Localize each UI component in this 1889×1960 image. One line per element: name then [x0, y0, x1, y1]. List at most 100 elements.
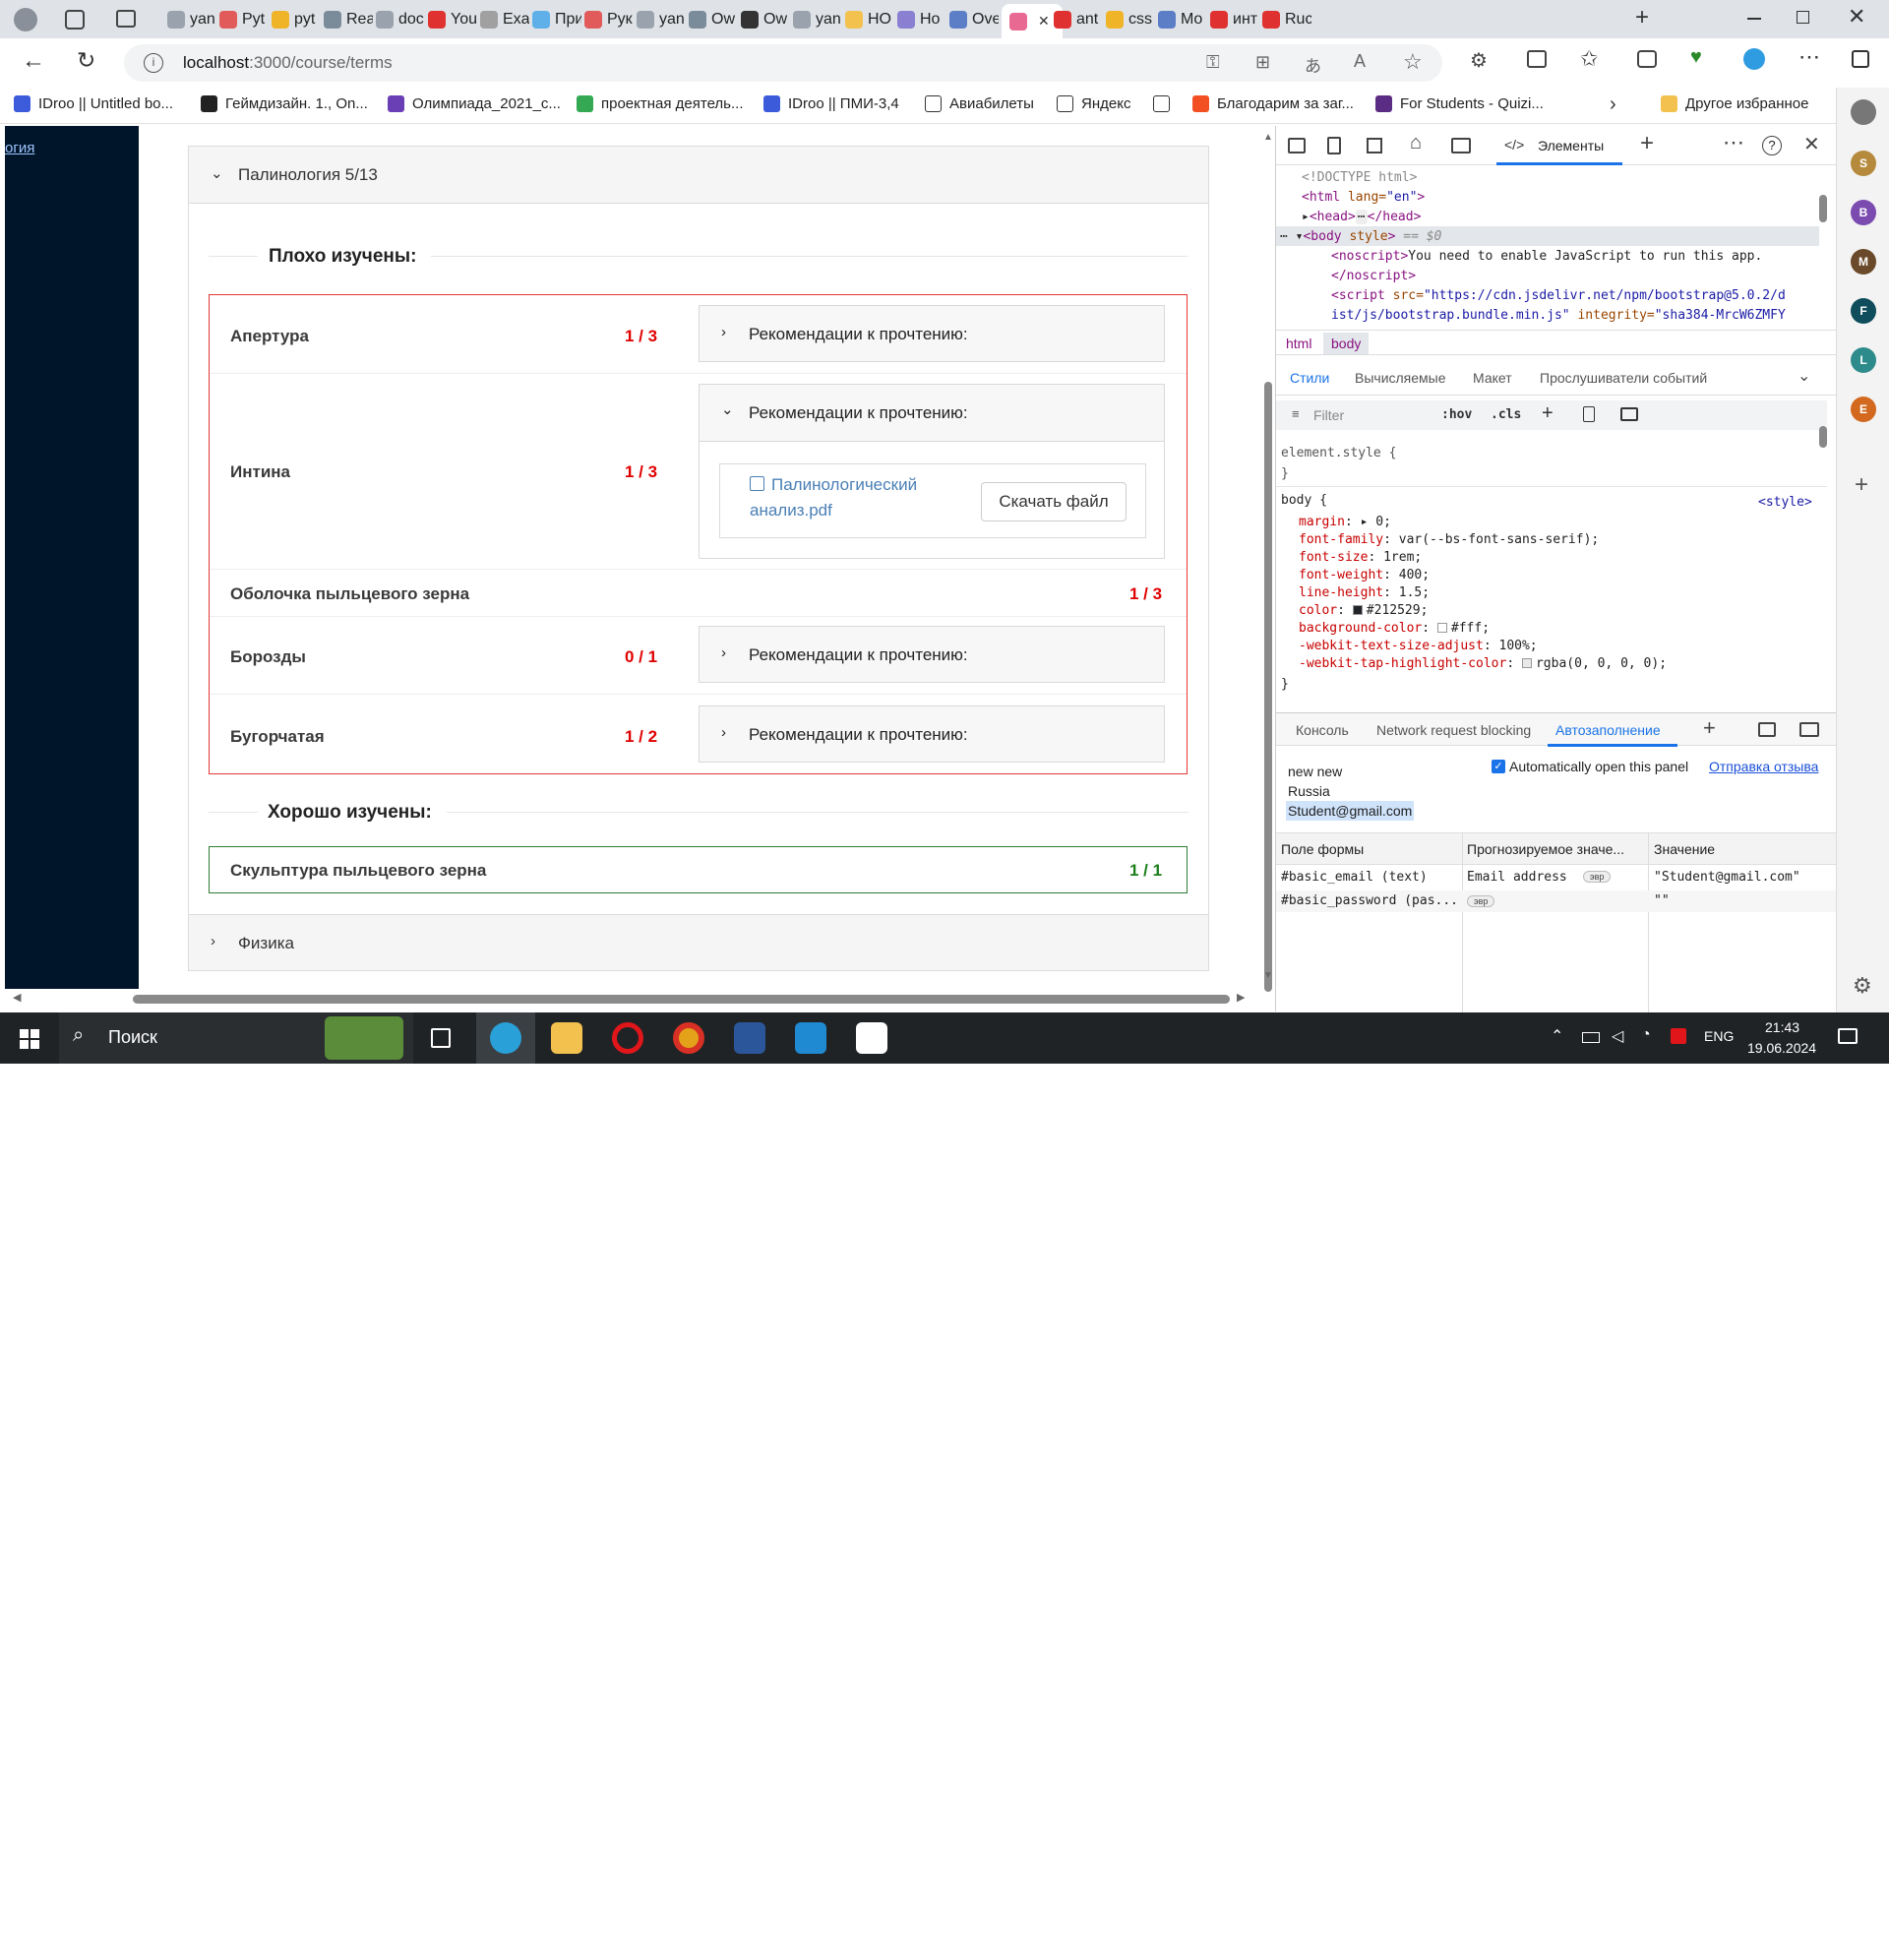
styles-scrollbar[interactable] [1819, 426, 1827, 448]
auto-open-checkbox[interactable]: ✓ [1492, 760, 1505, 773]
windows-start-icon[interactable] [20, 1029, 39, 1049]
add-app-icon[interactable]: + [1855, 471, 1868, 499]
sidebar-app-avatar[interactable]: M [1851, 249, 1876, 275]
scroll-thumb[interactable] [133, 995, 1230, 1004]
browser-tab[interactable]: You [428, 6, 477, 33]
sidebar-app-avatar[interactable]: S [1851, 151, 1876, 176]
minimize-icon[interactable] [1747, 18, 1761, 20]
bookmarks-overflow-icon[interactable]: › [1610, 93, 1616, 116]
close-devtools-icon[interactable]: ✕ [1803, 132, 1820, 156]
browser-tab[interactable]: Ow [689, 6, 738, 33]
opera-icon[interactable] [612, 1022, 643, 1054]
volume-icon[interactable]: ◁ [1612, 1026, 1623, 1046]
css-property[interactable]: background-color: #fff; [1299, 621, 1490, 636]
favorites-icon[interactable]: ✩ [1580, 46, 1598, 72]
restore-icon[interactable] [1797, 11, 1809, 24]
notifications-icon[interactable] [1838, 1028, 1858, 1044]
sidebar-toggle-icon[interactable] [1852, 50, 1869, 68]
browser-tab[interactable]: yan [793, 6, 842, 33]
tab-console[interactable]: Консоль [1296, 722, 1349, 738]
table-row[interactable]: #basic_email (text) Email address эвр "S… [1276, 867, 1837, 888]
apps-icon[interactable]: ⊞ [1255, 52, 1270, 73]
help-icon[interactable]: ? [1762, 136, 1782, 155]
course-panel-header[interactable]: ⌄ Палинология 5/13 [189, 147, 1208, 204]
split-screen-icon[interactable] [1527, 50, 1547, 68]
browser-tab[interactable]: Ove [949, 6, 999, 33]
browser-tab[interactable]: НО [845, 6, 894, 33]
extensions-icon[interactable]: ⚙ [1470, 48, 1488, 73]
color-swatch[interactable] [1436, 623, 1447, 633]
browser-tab[interactable]: инт [1210, 6, 1259, 33]
feedback-link[interactable]: Отправка отзыва [1709, 759, 1818, 774]
css-property[interactable]: -webkit-tap-highlight-color: rgba(0, 0, … [1299, 656, 1667, 671]
show-hidden-icons[interactable]: ⌃ [1551, 1026, 1563, 1046]
chevron-down-icon[interactable]: ⌄ [1798, 366, 1810, 386]
vscode-icon[interactable] [795, 1022, 826, 1054]
add-drawer-tab-icon[interactable]: + [1703, 715, 1716, 741]
breadcrumb-item[interactable]: body [1323, 333, 1370, 354]
course-panel-physics[interactable]: › Физика [188, 914, 1209, 971]
tab-computed[interactable]: Вычисляемые [1355, 370, 1446, 386]
scroll-right-icon[interactable]: ▶ [1237, 991, 1245, 1004]
browser-tab[interactable]: doc [376, 6, 425, 33]
dom-line[interactable]: <noscript>You need to enable JavaScript … [1331, 249, 1762, 264]
collections-icon[interactable] [1637, 50, 1657, 68]
scroll-left-icon[interactable]: ◀ [13, 991, 21, 1004]
device-toolbar-icon[interactable] [1327, 137, 1341, 154]
bookmark-item[interactable]: Олимпиада_2021_с... [388, 95, 561, 112]
color-swatch[interactable] [1521, 658, 1532, 668]
tab-autofill[interactable]: Автозаполнение [1555, 722, 1661, 738]
table-row[interactable]: #basic_password (pas... эвр "" [1276, 890, 1837, 912]
css-property[interactable]: -webkit-text-size-adjust: 100%; [1299, 639, 1538, 653]
paint-icon[interactable] [1583, 406, 1595, 422]
dom-line[interactable]: ▸<head> ⋯ </head> [1302, 210, 1421, 224]
edge-icon[interactable] [1743, 48, 1765, 70]
tab-styles[interactable]: Стили [1290, 370, 1329, 386]
dom-line[interactable]: <!DOCTYPE html> [1302, 170, 1417, 185]
bookmark-item[interactable] [1153, 95, 1178, 112]
home-icon[interactable]: ⌂ [1410, 132, 1422, 154]
browser-tab[interactable]: Ruc [1262, 6, 1311, 33]
tab-network-blocking[interactable]: Network request blocking [1376, 722, 1531, 738]
browser-tab[interactable]: При [532, 6, 581, 33]
dom-scrollbar[interactable] [1819, 195, 1827, 222]
calendar-badge-icon[interactable] [1671, 1028, 1686, 1044]
recommendations-collapsed[interactable]: › Рекомендации к прочтению: [699, 705, 1165, 763]
browser-tab[interactable]: css [1106, 6, 1155, 33]
input-language[interactable]: ENG [1704, 1028, 1734, 1044]
browser-tab[interactable]: Ho [897, 6, 946, 33]
sidebar-app-icon[interactable] [1851, 99, 1876, 125]
bookmark-item[interactable]: Благодарим за заг... [1192, 95, 1354, 112]
expand-arrow-icon[interactable]: ▸ [1302, 210, 1310, 224]
recommendations-collapsed[interactable]: › Рекомендации к прочтению: [699, 626, 1165, 683]
color-swatch[interactable] [1352, 605, 1363, 615]
element-style-rule[interactable]: element.style { [1281, 446, 1396, 460]
browser-tab[interactable]: Exa [480, 6, 529, 33]
css-property[interactable]: font-weight: 400; [1299, 568, 1430, 582]
bookmark-item[interactable]: Яндекс [1057, 95, 1130, 112]
tab-layout[interactable]: Макет [1473, 370, 1512, 386]
profile-icon[interactable] [14, 8, 37, 31]
sidebar-app-avatar[interactable]: B [1851, 200, 1876, 225]
more-menu-icon[interactable]: ⋯ [1798, 44, 1820, 70]
dock-icon[interactable] [1367, 138, 1382, 153]
key-icon[interactable]: ⚿ [1206, 52, 1220, 73]
add-tab-icon[interactable]: + [1640, 130, 1654, 157]
console-error-icon[interactable] [1451, 138, 1471, 153]
sidebar-app-avatar[interactable]: L [1851, 347, 1876, 373]
health-icon[interactable]: ♥ [1690, 46, 1702, 69]
bookmark-item[interactable]: IDroo || ПМИ-3,4 [763, 95, 899, 112]
computed-sidebar-icon[interactable] [1620, 407, 1638, 421]
more-options-icon[interactable]: ⋯ [1723, 130, 1744, 155]
bookmark-item[interactable]: проектная деятель... [577, 95, 744, 112]
undock-drawer-icon[interactable] [1758, 722, 1776, 737]
settings-icon[interactable]: ⚙ [1853, 973, 1872, 999]
recommendations-collapsed[interactable]: › Рекомендации к прочтению: [699, 305, 1165, 362]
dom-line[interactable]: </noscript> [1331, 269, 1416, 283]
close-tab-icon[interactable]: ✕ [1038, 13, 1050, 30]
horizontal-scrollbar[interactable]: ◀ ▶ [5, 989, 1254, 1009]
css-property[interactable]: line-height: 1.5; [1299, 585, 1430, 600]
refresh-icon[interactable]: ↻ [77, 47, 95, 74]
workspaces-icon[interactable] [65, 10, 85, 30]
css-property[interactable]: color: #212529; [1299, 603, 1428, 618]
